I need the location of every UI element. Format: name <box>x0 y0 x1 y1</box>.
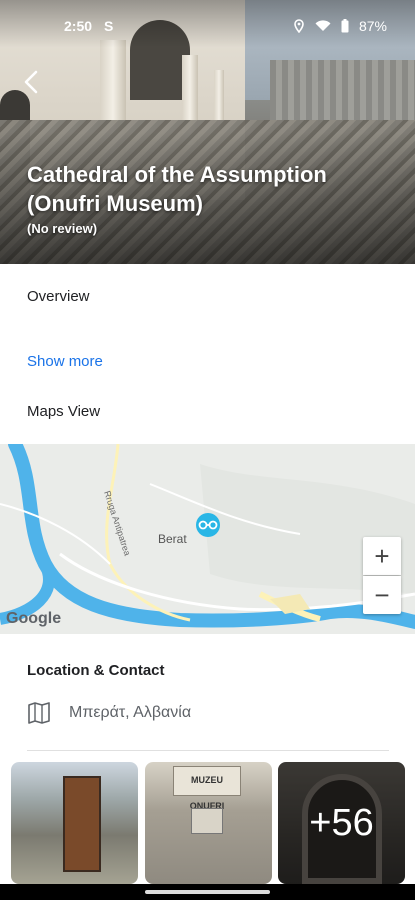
divider <box>27 750 389 751</box>
google-logo: Google <box>6 610 61 627</box>
location-contact-heading: Location & Contact <box>27 662 165 679</box>
map-city-label: Berat <box>158 532 187 546</box>
zoom-in-button[interactable]: + <box>363 537 401 575</box>
zoom-out-button[interactable]: − <box>363 576 401 614</box>
map-pin-icon[interactable] <box>196 513 220 537</box>
battery-icon <box>341 19 349 33</box>
review-status: (No review) <box>27 221 98 236</box>
map-icon <box>28 702 50 724</box>
show-more-link[interactable]: Show more <box>27 353 103 370</box>
wifi-icon <box>315 20 331 31</box>
photo-sign: MUZEU ONUFRI <box>173 766 241 811</box>
photo-thumbnail-more[interactable]: +56 <box>278 762 405 884</box>
more-photos-count: +56 <box>278 762 405 884</box>
photo-thumbnail[interactable] <box>11 762 138 884</box>
status-bar: 2:50 S 87% <box>0 12 415 42</box>
photo-thumbnail[interactable]: MUZEU ONUFRI <box>145 762 272 884</box>
back-arrow-icon[interactable] <box>18 68 46 96</box>
maps-view-heading: Maps View <box>27 403 101 420</box>
home-handle[interactable] <box>145 890 270 894</box>
battery-level: 87% <box>358 18 387 34</box>
location-icon <box>294 19 304 33</box>
photo-door <box>63 776 101 872</box>
photo-plate <box>191 808 223 834</box>
status-notification: S <box>104 18 114 34</box>
page-title: Cathedral of the Assumption (Onufri Muse… <box>27 162 327 216</box>
status-icons: 87% <box>293 18 387 34</box>
map-canvas: Rruga Antipatrea Berat Google <box>0 444 415 634</box>
hero-image: 2:50 S 87% Cathedral of the Assumption (… <box>0 0 415 264</box>
address-text[interactable]: Μπεράτ, Αλβανία <box>69 704 191 722</box>
overview-heading: Overview <box>27 288 90 305</box>
map-view[interactable]: Rruga Antipatrea Berat Google <box>0 444 415 634</box>
status-time: 2:50 <box>64 18 93 34</box>
